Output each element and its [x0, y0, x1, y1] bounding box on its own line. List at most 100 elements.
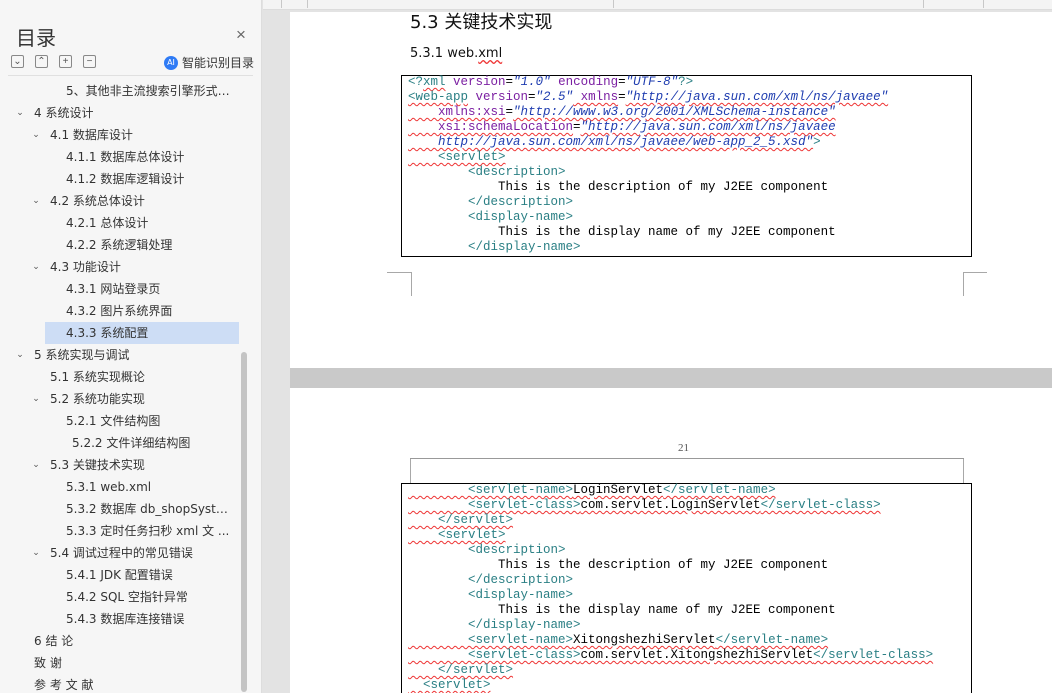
- toc-item[interactable]: 4.3.2 图片系统界面: [0, 300, 240, 322]
- expand-chevron-icon[interactable]: ⌄: [30, 542, 42, 564]
- expand-chevron-icon[interactable]: ⌄: [14, 344, 26, 366]
- toc-item[interactable]: ⌄ 4.2 系统总体设计: [0, 190, 240, 212]
- toc-item[interactable]: 4.2.2 系统逻辑处理: [0, 234, 240, 256]
- document-page: 21 <servlet-name>LoginServlet</servlet-n…: [290, 388, 1052, 693]
- code-token: "http://java.sun.com/xml/ns/javaee: [580, 120, 836, 134]
- smart-toc-button[interactable]: AI 智能识别目录: [164, 54, 254, 71]
- toc-item[interactable]: 4.2.1 总体设计: [0, 212, 240, 234]
- code-token: </servlet-name>: [663, 483, 776, 497]
- toc-item-label: 4.1 数据库设计: [50, 128, 133, 142]
- toc-item[interactable]: ⌄ 5.4 调试过程中的常见错误: [0, 542, 240, 564]
- code-line: </servlet>: [408, 663, 513, 678]
- toc-item[interactable]: 致 谢: [0, 652, 240, 674]
- toc-item-label: 5.4.1 JDK 配置错误: [66, 568, 173, 582]
- toc-item-label: 5.4.3 数据库连接错误: [66, 612, 185, 626]
- code-token: <web-app: [408, 90, 469, 104]
- toc-item-label: 参 考 文 献: [34, 678, 94, 692]
- code-line: <servlet>: [408, 150, 506, 165]
- code-token: "2.5": [535, 90, 574, 104]
- toc-item-label: 4.1.1 数据库总体设计: [66, 150, 185, 164]
- toc-item[interactable]: 参 考 文 献: [0, 674, 240, 693]
- crop-mark: [387, 272, 411, 273]
- code-line: <web-app version="2.5" xmlns="http://jav…: [408, 90, 888, 105]
- toc-item[interactable]: 4.3.3 系统配置: [45, 322, 239, 344]
- code-token: "1.0": [513, 75, 551, 89]
- expand-chevron-icon[interactable]: ⌄: [30, 388, 42, 410]
- ruler-tick: [281, 0, 282, 8]
- expand-chevron-icon[interactable]: ⌄: [30, 256, 42, 278]
- toc-item-label: 4.2.2 系统逻辑处理: [66, 238, 173, 252]
- toc-tree: 5、其他非主流搜索引擎形式 ... ⌄ 4 系统设计 ⌄ 4.1 数据库设计 4.1.1 …: [0, 80, 240, 693]
- code-line: xmlns:xsi="http://www.w3.org/2001/XMLSch…: [408, 105, 836, 120]
- code-line: </servlet>: [408, 513, 513, 528]
- code-line: <description>: [408, 543, 566, 558]
- code-token: <servlet>: [408, 678, 491, 692]
- code-token: This is the description of my J2EE compo…: [408, 180, 829, 194]
- code-token: xml: [423, 75, 446, 89]
- crop-mark: [411, 272, 412, 296]
- toc-item[interactable]: 5.3.2 数据库 db_shopSyste ...: [0, 498, 240, 520]
- code-token: "UTF-8": [625, 75, 679, 89]
- toc-item[interactable]: ⌄ 5.3 关键技术实现: [0, 454, 240, 476]
- document-view[interactable]: 5.3 关键技术实现 5.3.1 web.xml <?xml version="…: [263, 0, 1052, 693]
- expand-up-button[interactable]: ⌃: [35, 55, 48, 68]
- toc-item[interactable]: 4.1.1 数据库总体设计: [0, 146, 240, 168]
- toc-item[interactable]: 4.3.1 网站登录页: [0, 278, 240, 300]
- code-token: ?>: [678, 75, 694, 89]
- code-token: This is the display name of my J2EE comp…: [408, 603, 836, 617]
- code-token: </description>: [408, 573, 574, 587]
- toc-item[interactable]: 5、其他非主流搜索引擎形式 ...: [0, 80, 240, 102]
- toc-item[interactable]: 5.2.1 文件结构图: [0, 410, 240, 432]
- toc-item-label: 5.1 系统实现概论: [50, 370, 145, 384]
- close-icon[interactable]: ×: [236, 25, 246, 45]
- collapse-all-button[interactable]: ⌄: [11, 55, 24, 68]
- code-token: =: [573, 120, 581, 134]
- scrollbar-thumb[interactable]: [241, 352, 247, 692]
- expand-level-button[interactable]: +: [59, 55, 72, 68]
- code-line: <display-name>: [408, 588, 573, 603]
- code-token: http://java.sun.com/xml/ns/javaee/web-ap…: [408, 135, 814, 149]
- toc-scrollbar[interactable]: [240, 80, 248, 693]
- toc-item[interactable]: 5.3.1 web.xml: [0, 476, 240, 498]
- toc-item[interactable]: 5.4.2 SQL 空指针异常: [0, 586, 240, 608]
- code-token: XitongshezhiServlet: [573, 633, 716, 647]
- toc-item-label: 5.2.1 文件结构图: [66, 414, 161, 428]
- toc-item[interactable]: 5.4.3 数据库连接错误: [0, 608, 240, 630]
- expand-chevron-icon[interactable]: ⌄: [14, 102, 26, 124]
- toc-item[interactable]: 5.4.1 JDK 配置错误: [0, 564, 240, 586]
- code-line: <servlet-name>XitongshezhiServlet</servl…: [408, 633, 828, 648]
- toc-item-label: 4 系统设计: [34, 106, 94, 120]
- code-token: com.servlet.LoginServlet: [580, 498, 761, 512]
- code-line: This is the display name of my J2EE comp…: [408, 225, 836, 240]
- toc-item[interactable]: 5.3.3 定时任务扫秒 xml 文 ...: [0, 520, 240, 542]
- toc-item-label: 6 结 论: [34, 634, 74, 648]
- expand-chevron-icon[interactable]: ⌄: [30, 124, 42, 146]
- ai-icon: AI: [164, 55, 178, 70]
- toc-item[interactable]: 6 结 论: [0, 630, 240, 652]
- code-token: <?: [408, 75, 424, 89]
- toc-navigation-pane: 目录 × ⌄ ⌃ + − AI 智能识别目录 5、其他非主流搜索引擎形式 ...…: [0, 0, 262, 693]
- toc-item[interactable]: ⌄ 5.2 系统功能实现: [0, 388, 240, 410]
- toc-item[interactable]: 5.1 系统实现概论: [0, 366, 240, 388]
- code-token: This is the description of my J2EE compo…: [408, 558, 829, 572]
- divider: [8, 75, 253, 76]
- toc-item[interactable]: 5.2.2 文件详细结构图: [0, 432, 240, 454]
- code-line: xsi:schemaLocation="http://java.sun.com/…: [408, 120, 836, 135]
- toc-item[interactable]: ⌄ 4.3 功能设计: [0, 256, 240, 278]
- toc-item[interactable]: ⌄ 4.1 数据库设计: [0, 124, 240, 146]
- code-token: <servlet-class>: [408, 498, 581, 512]
- code-line: <servlet-class>com.servlet.LoginServlet<…: [408, 498, 881, 513]
- expand-chevron-icon[interactable]: ⌄: [30, 190, 42, 212]
- subsection-heading-prefix: 5.3.1 web.: [410, 46, 479, 61]
- toc-item-label: 5.2 系统功能实现: [50, 392, 145, 406]
- expand-chevron-icon[interactable]: ⌄: [30, 454, 42, 476]
- toc-item[interactable]: ⌄ 4 系统设计: [0, 102, 240, 124]
- toc-item[interactable]: 4.1.2 数据库逻辑设计: [0, 168, 240, 190]
- code-token: =: [528, 90, 536, 104]
- code-line: http://java.sun.com/xml/ns/javaee/web-ap…: [408, 135, 821, 150]
- code-token: <servlet>: [408, 528, 506, 542]
- collapse-level-button[interactable]: −: [83, 55, 96, 68]
- toc-item[interactable]: ⌄ 5 系统实现与调试: [0, 344, 240, 366]
- crop-mark: [963, 459, 964, 483]
- code-token: com.servlet.XitongshezhiServlet: [580, 648, 814, 662]
